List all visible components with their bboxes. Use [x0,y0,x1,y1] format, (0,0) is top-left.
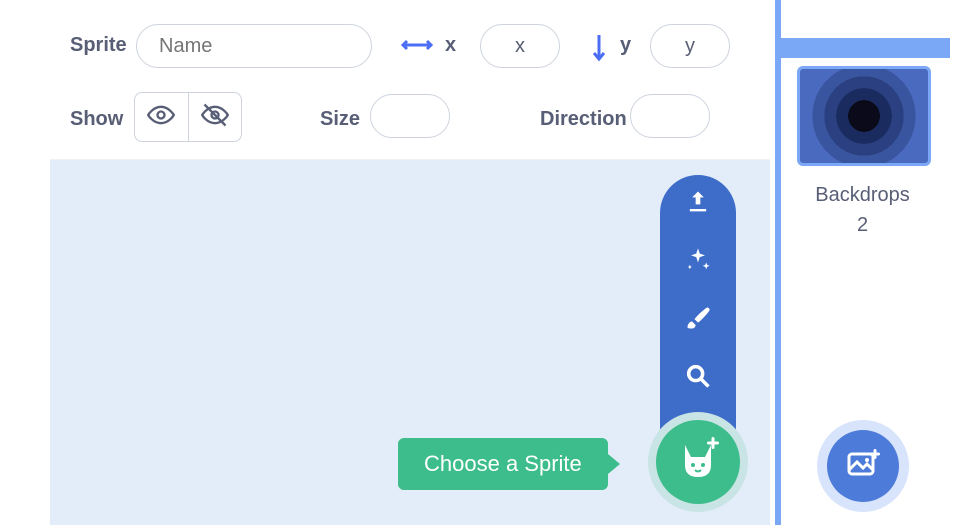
search-sprite-button[interactable] [681,361,715,395]
stage-border [775,0,781,525]
x-input[interactable] [480,24,560,68]
upload-icon [684,188,712,221]
stage-band [775,38,950,58]
show-label: Show [70,108,123,131]
sprite-label: Sprite [70,34,127,57]
sprite-info-bar: Sprite x y Show [50,0,770,160]
direction-label: Direction [540,108,627,131]
hide-button[interactable] [189,93,242,141]
info-row-2: Show Size Direction [50,88,770,143]
info-row-1: Sprite x y [50,26,770,72]
stage-panel: Backdrops 2 [775,0,950,525]
visibility-toggle [134,92,242,142]
cat-plus-icon [673,435,723,490]
backdrop-thumbnail[interactable] [797,66,931,166]
y-axis-icon [590,32,608,67]
image-plus-icon [843,444,883,489]
size-input[interactable] [370,94,450,138]
x-label: x [445,34,456,57]
surprise-sprite-button[interactable] [681,245,715,279]
backdrops-label: Backdrops [775,184,950,207]
choose-backdrop-button[interactable] [827,430,899,502]
eye-off-icon [201,101,229,134]
choose-sprite-button[interactable] [656,420,740,504]
choose-sprite-tooltip: Choose a Sprite [398,438,608,490]
search-icon [684,362,712,395]
upload-sprite-button[interactable] [681,187,715,221]
sparkle-icon [684,246,712,279]
direction-input[interactable] [630,94,710,138]
backdrops-count: 2 [775,214,950,237]
show-button[interactable] [135,93,188,141]
paint-sprite-button[interactable] [681,303,715,337]
sprite-panel: Sprite x y Show [50,0,770,525]
x-axis-icon [400,36,434,59]
y-input[interactable] [650,24,730,68]
eye-icon [147,101,175,134]
sprite-name-input[interactable] [136,24,372,68]
paintbrush-icon [684,304,712,337]
y-label: y [620,34,631,57]
size-label: Size [320,108,360,131]
